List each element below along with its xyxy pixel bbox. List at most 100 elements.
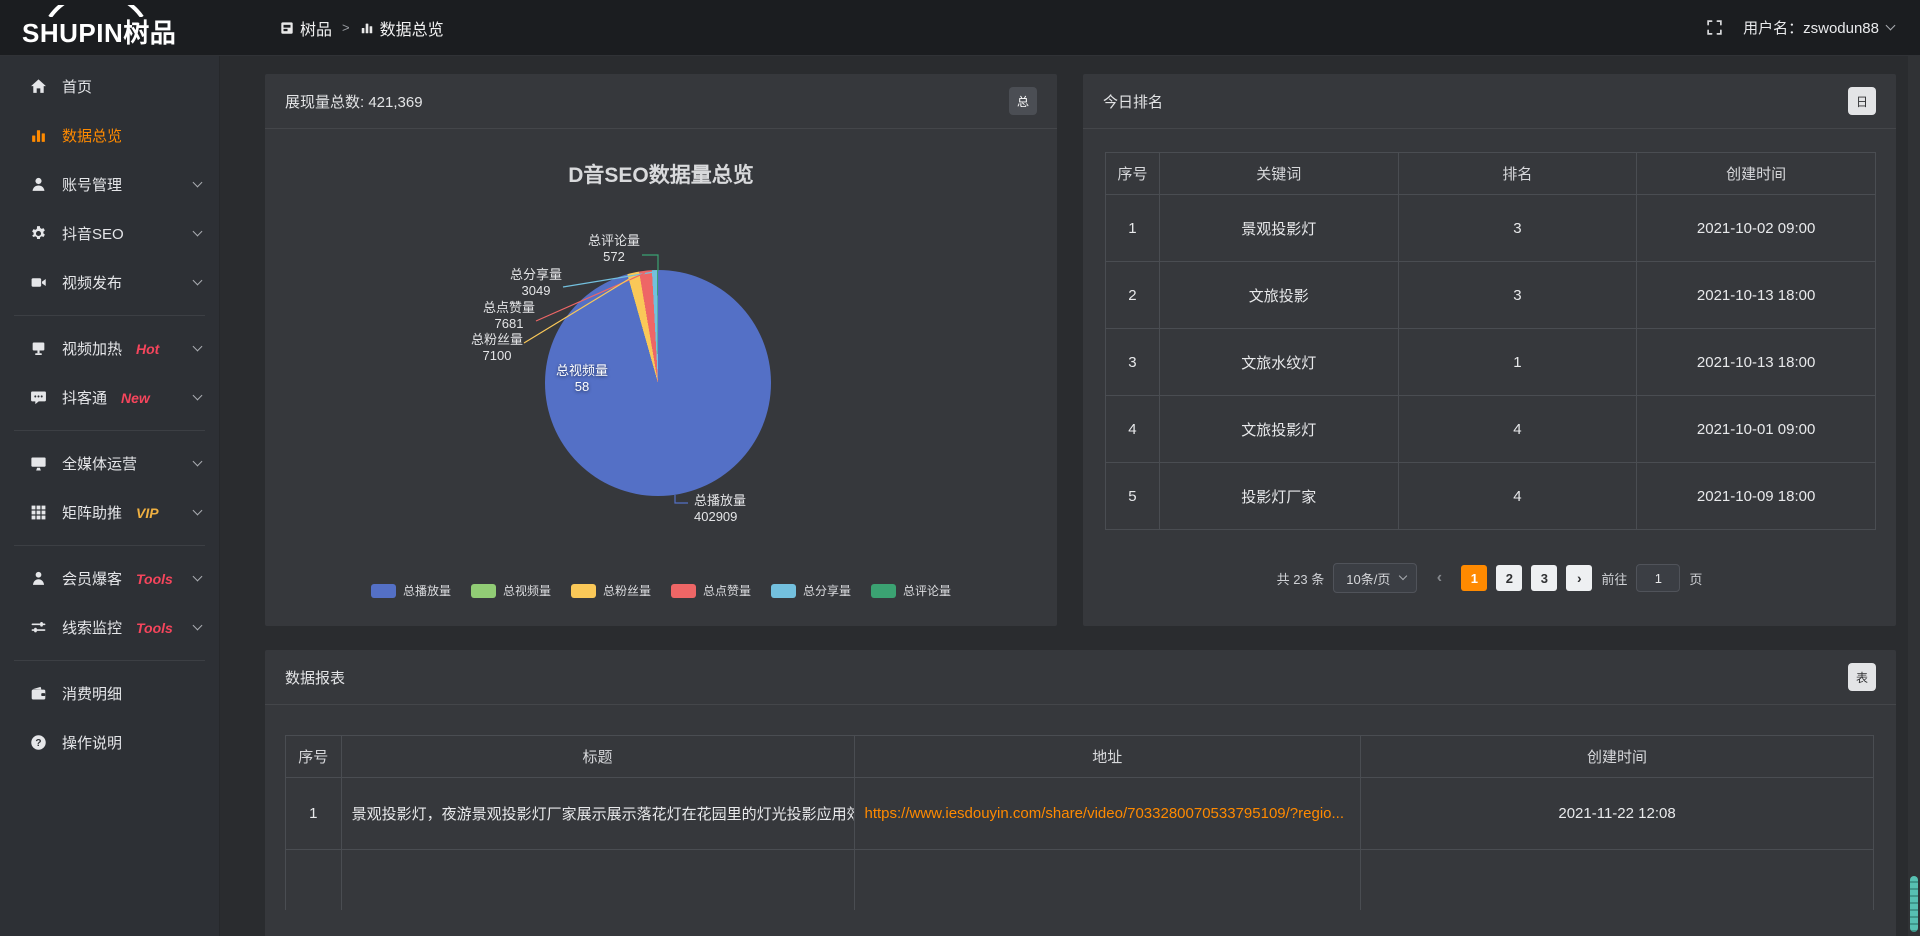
pie-label-videos: 总视频量58 [543, 363, 621, 395]
report-link[interactable]: https://www.iesdouyin.com/share/video/70… [865, 805, 1345, 822]
help-icon: ? [28, 734, 48, 751]
sidebar-divider [14, 660, 205, 661]
legend-item[interactable]: 总粉丝量 [571, 582, 651, 599]
sidebar-item-media-operation[interactable]: 全媒体运营 [0, 439, 219, 488]
page-button-3[interactable]: 3 [1531, 565, 1557, 591]
table-cell: 文旅投影灯 [1159, 396, 1398, 463]
legend-label: 总评论量 [903, 582, 951, 599]
column-header: 创建时间 [1637, 153, 1876, 195]
sidebar-item-matrix-boost[interactable]: 矩阵助推VIP [0, 488, 219, 537]
legend-item[interactable]: 总分享量 [771, 582, 851, 599]
chevron-down-icon [1886, 21, 1896, 31]
sidebar-item-douketong[interactable]: 抖客通New [0, 373, 219, 422]
sidebar-divider [14, 545, 205, 546]
page-button-2[interactable]: 2 [1496, 565, 1522, 591]
table-cell: 1 [1106, 195, 1160, 262]
video-heat-icon [28, 340, 48, 357]
legend-item[interactable]: 总播放量 [371, 582, 451, 599]
table-row: 1景观投影灯32021-10-02 09:00 [1106, 195, 1876, 262]
sidebar-item-label: 消费明细 [62, 683, 122, 704]
legend-swatch [771, 584, 796, 598]
table-cell: 4 [1398, 396, 1637, 463]
douketong-icon [28, 389, 48, 406]
sidebar-divider [14, 430, 205, 431]
table-cell: 1 [1398, 329, 1637, 396]
table-cell: 3 [1398, 262, 1637, 329]
column-header: 标题 [341, 736, 854, 778]
badge-hot: Hot [136, 341, 159, 357]
logo-text: SHUPIN树品 [22, 20, 176, 56]
chevron-down-icon [193, 506, 203, 516]
goto-page-input[interactable] [1636, 564, 1680, 592]
page-size-value: 10条/页 [1346, 569, 1390, 588]
table-cell: 景观投影灯 [1159, 195, 1398, 262]
pagination: 共 23 条10条/页‹123›前往页 [1083, 563, 1896, 593]
badge-vip: VIP [136, 505, 159, 521]
next-page-button[interactable]: › [1566, 565, 1592, 591]
overview-panel-title: 展现量总数: 421,369 [285, 91, 423, 112]
sidebar-item-data-overview[interactable]: 数据总览 [0, 111, 219, 160]
legend-label: 总粉丝量 [603, 582, 651, 599]
sidebar-item-label: 视频加热 [62, 338, 122, 359]
table-cell: 4 [1106, 396, 1160, 463]
table-cell: 5 [1106, 463, 1160, 530]
table-cell: 文旅水纹灯 [1159, 329, 1398, 396]
ranking-panel: 今日排名 日 序号关键词排名创建时间 1景观投影灯32021-10-02 09:… [1083, 74, 1896, 626]
chevron-down-icon [1399, 572, 1407, 580]
column-header: 关键词 [1159, 153, 1398, 195]
top-bar: SHUPIN树品 树品 > 数据总览 用户名：zswodun88 [0, 0, 1920, 56]
account-manage-icon [28, 176, 48, 193]
goto-suffix-label: 页 [1689, 569, 1702, 588]
breadcrumb-current[interactable]: 数据总览 [360, 16, 444, 40]
legend-item[interactable]: 总评论量 [871, 582, 951, 599]
pie-label-fans: 总粉丝量7100 [458, 332, 536, 364]
legend-item[interactable]: 总视频量 [471, 582, 551, 599]
sidebar-item-video-publish[interactable]: 视频发布 [0, 258, 219, 307]
sidebar-item-help[interactable]: ?操作说明 [0, 718, 219, 767]
report-panel-title: 数据报表 [285, 667, 345, 688]
report-title-cell: 景观投影灯，夜游景观投影灯厂家展示展示落花灯在花园里的灯光投影应用效果 # [341, 778, 854, 850]
scrollbar[interactable] [1908, 56, 1920, 936]
column-header: 地址 [854, 736, 1361, 778]
table-row [286, 850, 1874, 910]
sidebar-item-clue-monitor[interactable]: 线索监控Tools [0, 603, 219, 652]
sidebar-item-account-manage[interactable]: 账号管理 [0, 160, 219, 209]
scrollbar-thumb[interactable] [1910, 876, 1918, 932]
column-header: 序号 [1106, 153, 1160, 195]
media-operation-icon [28, 455, 48, 472]
sidebar-item-video-heat[interactable]: 视频加热 Hot [0, 324, 219, 373]
sidebar-item-member-baoke[interactable]: 会员爆客Tools [0, 554, 219, 603]
table-cell [286, 850, 342, 910]
sidebar-item-label: 抖音SEO [62, 223, 124, 244]
svg-text:?: ? [35, 738, 41, 749]
sidebar-item-expense-detail[interactable]: 消费明细 [0, 669, 219, 718]
total-view-button[interactable]: 总 [1009, 87, 1037, 115]
report-panel: 数据报表 表 序号标题地址创建时间 1景观投影灯，夜游景观投影灯厂家展示展示落花… [265, 650, 1896, 936]
legend-item[interactable]: 总点赞量 [671, 582, 751, 599]
bar-chart-icon [360, 21, 374, 35]
breadcrumb-root[interactable]: 树品 [280, 16, 332, 40]
table-cell: 投影灯厂家 [1159, 463, 1398, 530]
username-dropdown[interactable]: 用户名：zswodun88 [1743, 17, 1894, 38]
page-button-1[interactable]: 1 [1461, 565, 1487, 591]
table-cell: 1 [286, 778, 342, 850]
sidebar-item-home[interactable]: 首页 [0, 62, 219, 111]
table-cell: 3 [1398, 195, 1637, 262]
video-publish-icon [28, 274, 48, 291]
table-cell [1361, 850, 1874, 910]
fullscreen-icon[interactable] [1706, 19, 1723, 36]
main-content: 抖音seo数据全媒体运营数据询盘数据 展现量总数: 421,369 总 D音SE… [220, 0, 1920, 936]
overview-panel: 展现量总数: 421,369 总 D音SEO数据量总览 总评论量572 总分享量… [265, 74, 1057, 626]
table-cell: 2021-10-01 09:00 [1637, 396, 1876, 463]
sidebar-item-douyin-seo[interactable]: 抖音SEO [0, 209, 219, 258]
table-view-button[interactable]: 表 [1848, 663, 1876, 691]
day-view-button[interactable]: 日 [1848, 87, 1876, 115]
column-header: 排名 [1398, 153, 1637, 195]
prev-page-button[interactable]: ‹ [1426, 565, 1452, 591]
chevron-down-icon [193, 276, 203, 286]
breadcrumb-separator: > [342, 20, 350, 35]
report-url-cell: https://www.iesdouyin.com/share/video/70… [854, 778, 1361, 850]
sidebar-item-label: 全媒体运营 [62, 453, 137, 474]
page-size-select[interactable]: 10条/页 [1333, 563, 1417, 593]
table-row: 5投影灯厂家42021-10-09 18:00 [1106, 463, 1876, 530]
